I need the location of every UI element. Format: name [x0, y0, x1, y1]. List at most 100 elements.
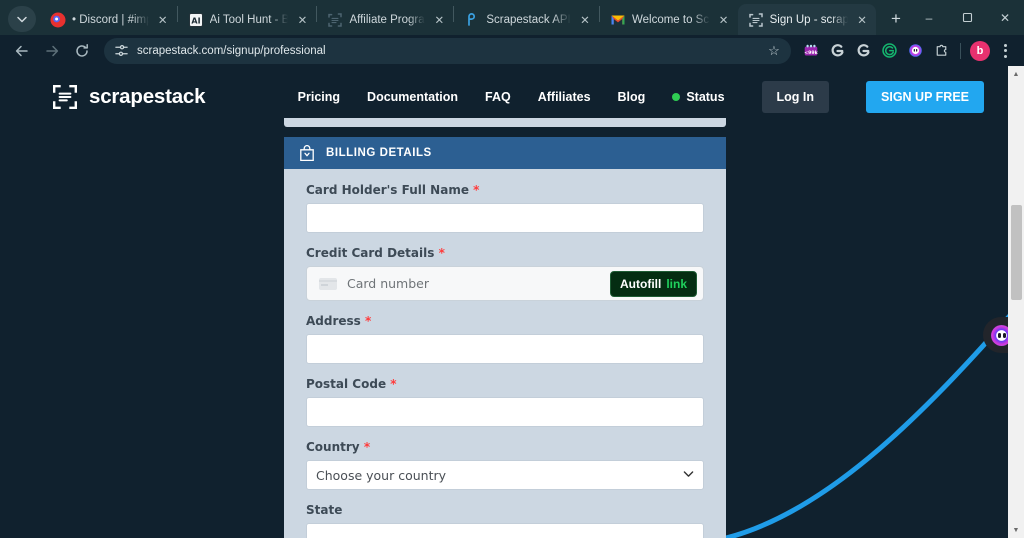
- country-select-value: Choose your country: [316, 467, 447, 483]
- nav-link-pricing[interactable]: Pricing: [298, 90, 340, 104]
- close-icon[interactable]: ✕: [431, 12, 447, 28]
- autofill-label: Autofill: [620, 276, 662, 291]
- field-country: Country * Choose your country: [306, 440, 704, 490]
- field-label-text: State: [306, 503, 343, 517]
- field-label: Credit Card Details *: [306, 246, 704, 260]
- grammarly-g-extension-icon[interactable]: [877, 39, 901, 63]
- browser-tab[interactable]: Scrapestack API Pa ✕: [454, 4, 599, 35]
- field-label: Address *: [306, 314, 704, 328]
- field-label-text: Credit Card Details: [306, 246, 435, 260]
- required-marker: *: [438, 246, 445, 260]
- svg-text:AI: AI: [191, 16, 200, 25]
- ai-tool-hunt-icon: AI: [188, 12, 204, 28]
- nav-link-affiliates[interactable]: Affiliates: [538, 90, 591, 104]
- page-settings-icon[interactable]: [114, 43, 129, 58]
- page-viewport: scrapestack Pricing Documentation FAQ Af…: [0, 66, 1024, 538]
- address-bar[interactable]: scrapestack.com/signup/professional ☆: [104, 37, 791, 64]
- avatar[interactable]: b: [968, 39, 992, 63]
- nav-link-blog[interactable]: Blog: [618, 90, 646, 104]
- credit-card-icon: [319, 277, 337, 290]
- window-controls: – ✕: [910, 0, 1024, 35]
- url-text: scrapestack.com/signup/professional: [137, 44, 326, 57]
- close-icon[interactable]: ✕: [854, 12, 870, 28]
- state-input[interactable]: [306, 523, 704, 538]
- card-number-input[interactable]: Card number Autofill link: [306, 266, 704, 301]
- close-icon[interactable]: ✕: [155, 12, 171, 28]
- tab-strip: • Discord | #impac ✕ AI Ai Tool Hunt - B…: [0, 0, 1024, 35]
- browser-tab-active[interactable]: Sign Up - scrapest ✕: [737, 4, 877, 35]
- nav-link-status[interactable]: Status: [672, 90, 725, 104]
- back-button[interactable]: [8, 37, 36, 65]
- signup-button[interactable]: SIGN UP FREE: [866, 81, 984, 113]
- field-label-text: Card Holder's Full Name: [306, 183, 469, 197]
- svg-text:<99k: <99k: [804, 50, 818, 56]
- close-window-button[interactable]: ✕: [986, 0, 1024, 35]
- field-label: Country *: [306, 440, 704, 454]
- decorative-curve: [723, 301, 1023, 538]
- signup-form: BILLING DETAILS Card Holder's Full Name …: [284, 118, 726, 538]
- billing-details-panel: BILLING DETAILS Card Holder's Full Name …: [284, 137, 726, 538]
- new-tab-button[interactable]: +: [882, 5, 910, 33]
- minimize-button[interactable]: –: [910, 0, 948, 35]
- grammarly-extension-icon[interactable]: [825, 39, 849, 63]
- postal-code-input[interactable]: [306, 397, 704, 427]
- star-icon[interactable]: ☆: [765, 43, 783, 59]
- field-label-text: Country: [306, 440, 360, 454]
- scrapestack-logo-icon: [52, 84, 78, 110]
- field-label-text: Address: [306, 314, 361, 328]
- shopping-bag-icon: [299, 144, 315, 162]
- badge-extension-icon[interactable]: <99k: [799, 39, 823, 63]
- scrapestack-icon: [327, 12, 343, 28]
- tab-title: • Discord | #impac: [72, 13, 149, 26]
- autofill-link-button[interactable]: Autofill link: [610, 270, 697, 297]
- apilayer-icon: [464, 12, 480, 28]
- page-scrollbar[interactable]: ▲ ▼: [1008, 66, 1024, 538]
- kebab-menu-icon[interactable]: [994, 43, 1016, 58]
- brand-name: scrapestack: [89, 85, 206, 108]
- extensions-puzzle-icon[interactable]: [929, 39, 953, 63]
- maximize-button[interactable]: [948, 0, 986, 35]
- reload-icon: [76, 43, 88, 57]
- browser-toolbar: scrapestack.com/signup/professional ☆ <9…: [0, 35, 1024, 66]
- reload-button[interactable]: [68, 37, 96, 65]
- close-icon[interactable]: ✕: [716, 12, 732, 28]
- profile-initial: b: [970, 40, 990, 61]
- panel-title: BILLING DETAILS: [326, 147, 432, 159]
- required-marker: *: [473, 183, 480, 197]
- chat-bot-extension-icon[interactable]: [903, 39, 927, 63]
- grammarly-secondary-extension-icon[interactable]: [851, 39, 875, 63]
- required-marker: *: [365, 314, 372, 328]
- browser-tab[interactable]: Welcome to Scrap ✕: [600, 4, 738, 35]
- forward-arrow-icon: [46, 45, 59, 56]
- card-holder-name-input[interactable]: [306, 203, 704, 233]
- close-icon[interactable]: ✕: [577, 12, 593, 28]
- scroll-down-button[interactable]: ▼: [1008, 522, 1024, 538]
- close-icon[interactable]: ✕: [294, 12, 310, 28]
- browser-tab[interactable]: • Discord | #impac ✕: [40, 4, 177, 35]
- nav-link-faq[interactable]: FAQ: [485, 90, 511, 104]
- gmail-icon: [610, 12, 626, 28]
- scrollbar-thumb[interactable]: [1011, 205, 1022, 300]
- field-state: State: [306, 503, 704, 538]
- address-input[interactable]: [306, 334, 704, 364]
- required-marker: *: [363, 440, 371, 454]
- forward-button[interactable]: [38, 37, 66, 65]
- nav-link-documentation[interactable]: Documentation: [367, 90, 458, 104]
- maximize-icon: [962, 12, 972, 23]
- tab-title: Welcome to Scrap: [631, 13, 710, 26]
- scrollbar-track[interactable]: [1008, 82, 1024, 522]
- back-arrow-icon: [15, 45, 28, 56]
- browser-tab[interactable]: Affiliate Program - ✕: [317, 4, 453, 35]
- billing-details-body: Card Holder's Full Name * Credit Card De…: [284, 169, 726, 538]
- site-nav: Pricing Documentation FAQ Affiliates Blo…: [298, 81, 984, 113]
- field-postal-code: Postal Code *: [306, 377, 704, 427]
- scroll-up-button[interactable]: ▲: [1008, 66, 1024, 82]
- tab-search-button[interactable]: [8, 6, 36, 32]
- discord-icon: [50, 12, 66, 28]
- login-button[interactable]: Log In: [761, 81, 830, 113]
- tab-title: Affiliate Program -: [349, 13, 425, 26]
- country-select[interactable]: Choose your country: [306, 460, 704, 490]
- field-card-holder-name: Card Holder's Full Name *: [306, 183, 704, 233]
- brand-logo[interactable]: scrapestack: [52, 84, 206, 110]
- browser-tab[interactable]: AI Ai Tool Hunt - Best ✕: [178, 4, 317, 35]
